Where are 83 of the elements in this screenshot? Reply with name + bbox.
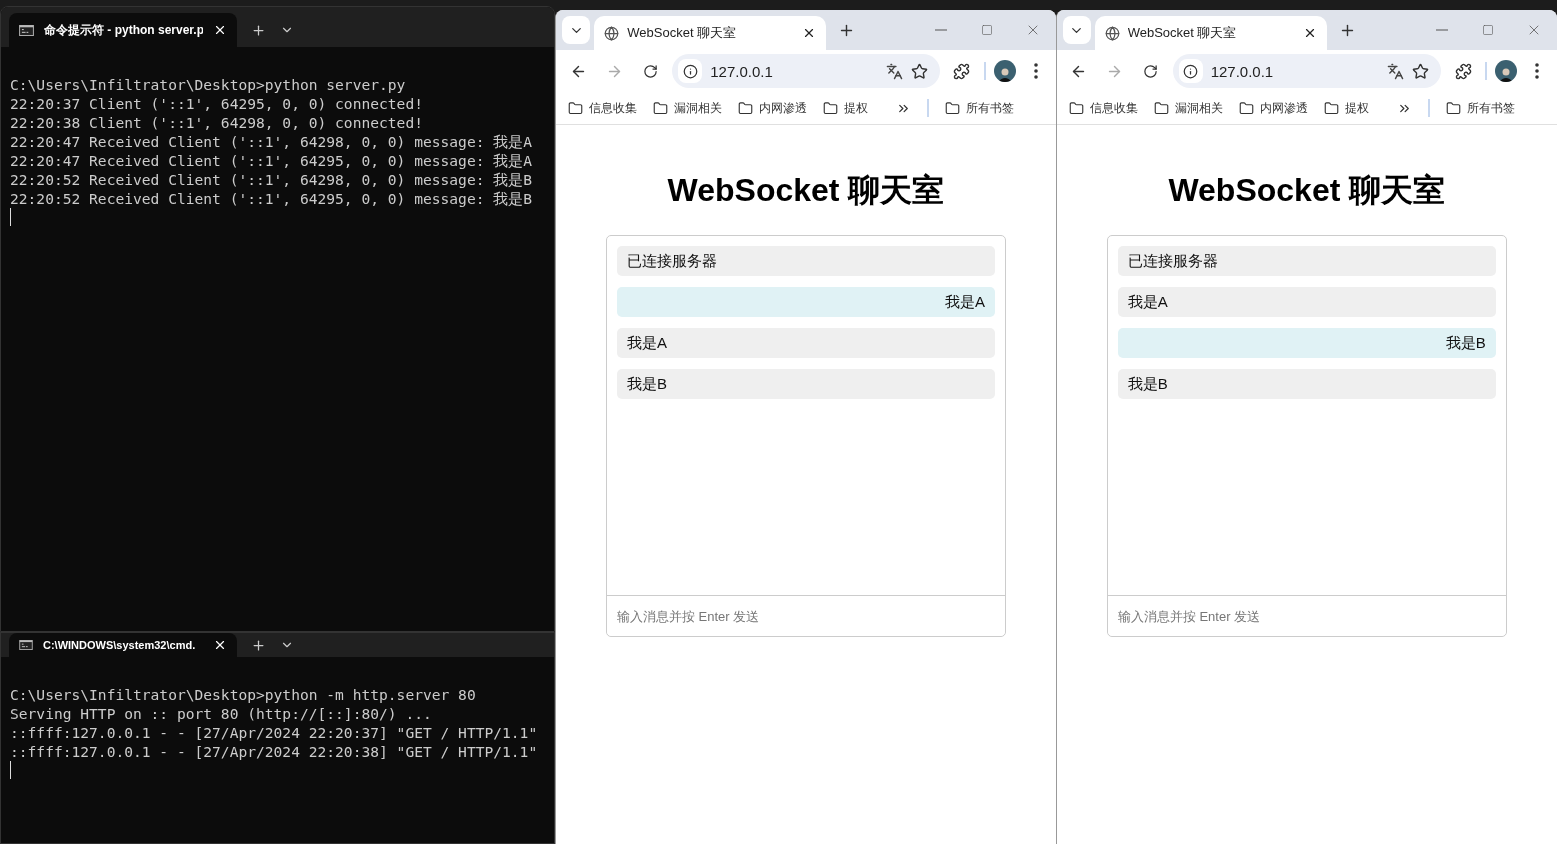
url-text: 127.0.0.1	[710, 62, 774, 80]
folder-icon	[945, 100, 961, 116]
sent-message: 我是B	[1117, 328, 1496, 358]
terminal-line: 22:20:47 Received Client ('::1', 64295, 0, 0) message: 我是A	[10, 151, 534, 170]
translate-icon[interactable]	[885, 62, 903, 80]
bookmark-folder[interactable]: 漏洞相关	[1153, 99, 1223, 117]
terminal-line: 22:20:37 Client ('::1', 64295, 0, 0) connected!	[10, 94, 424, 113]
puzzle-icon	[953, 62, 971, 80]
bookmark-folder[interactable]: 所有书签	[945, 99, 1015, 117]
message-input[interactable]: 输入消息并按 Enter 发送	[1107, 595, 1506, 636]
address-bar[interactable]: 127.0.0.1	[1172, 54, 1441, 88]
terminal-line: ::ffff:127.0.0.1 - - [27/Apr/2024 22:20:37] "GET / HTTP/1.1"	[10, 723, 539, 742]
bookmark-folder[interactable]: 提权	[823, 99, 869, 117]
terminal-line: 22:20:52 Received Client ('::1', 64298, 0, 0) message: 我是B	[10, 170, 534, 189]
bookmark-folder[interactable]: 信息收集	[568, 99, 638, 117]
profile-avatar[interactable]	[993, 60, 1016, 82]
page-heading: WebSocket 聊天室	[667, 171, 945, 210]
folder-icon	[1068, 100, 1084, 116]
new-tab-icon[interactable]	[251, 637, 266, 653]
reload-icon	[642, 63, 658, 79]
tab-title: WebSocket 聊天室	[627, 24, 738, 42]
chat-message: 我是B	[1117, 369, 1496, 399]
menu-icon	[1033, 63, 1038, 79]
maximize-icon	[980, 24, 993, 36]
text-cursor	[10, 761, 11, 779]
bookmark-folder[interactable]: 所有书签	[1445, 99, 1515, 117]
terminal-icon	[19, 640, 33, 650]
chat-message: 已连接服务器	[616, 246, 995, 276]
close-icon[interactable]	[213, 23, 227, 37]
terminal-tab[interactable]: C:\WINDOWS\system32\cmd.	[9, 633, 237, 657]
chat-message: 我是A	[1117, 287, 1496, 317]
minimize-icon	[1436, 29, 1448, 31]
address-bar[interactable]: 127.0.0.1	[672, 54, 940, 88]
terminal-line: 22:20:47 Received Client ('::1', 64298, 0, 0) message: 我是A	[10, 132, 534, 151]
terminal-line: C:\Users\Infiltrator\Desktop>python server.py	[10, 75, 407, 94]
globe-icon	[604, 25, 620, 41]
bookmark-folder[interactable]: 内网渗透	[1238, 99, 1308, 117]
tab-title: WebSocket 聊天室	[1127, 24, 1238, 42]
menu-icon	[1535, 63, 1539, 79]
folder-icon	[823, 100, 839, 116]
browser-tab[interactable]: WebSocket 聊天室	[594, 16, 827, 50]
message-input[interactable]: 输入消息并按 Enter 发送	[606, 595, 1005, 636]
folder-icon	[653, 100, 669, 116]
terminal-line: C:\Users\Infiltrator\Desktop>python -m http.server 80	[10, 685, 477, 704]
star-icon[interactable]	[910, 62, 928, 80]
bookmark-folder[interactable]: 提权	[1323, 99, 1369, 117]
chat-message: 已连接服务器	[1117, 246, 1496, 276]
terminal-line: 22:20:38 Client ('::1', 64298, 0, 0) connected!	[10, 113, 424, 132]
translate-icon[interactable]	[1387, 62, 1404, 80]
globe-icon	[1104, 25, 1120, 41]
bookmark-folder[interactable]: 信息收集	[1068, 99, 1138, 117]
terminal-line: ::ffff:127.0.0.1 - - [27/Apr/2024 22:20:38] "GET / HTTP/1.1"	[10, 742, 539, 761]
terminal-line: 22:20:52 Received Client ('::1', 64295, 0, 0) message: 我是B	[10, 189, 534, 208]
folder-icon	[1445, 100, 1461, 116]
browser-tab[interactable]: WebSocket 聊天室	[1094, 16, 1327, 50]
folder-icon	[1238, 100, 1254, 116]
terminal-tab[interactable]: 命令提示符 - python server.p	[9, 13, 237, 47]
page-heading: WebSocket 聊天室	[1168, 171, 1446, 210]
chat-message: 我是B	[616, 369, 995, 399]
maximize-icon	[1482, 24, 1494, 36]
terminal-icon	[19, 24, 34, 36]
folder-icon	[1153, 100, 1169, 116]
info-icon[interactable]	[682, 63, 698, 79]
folder-icon	[1323, 100, 1339, 116]
close-icon[interactable]	[213, 638, 227, 652]
profile-avatar[interactable]	[1495, 60, 1517, 82]
minimize-icon	[934, 29, 947, 31]
chat-message: 我是A	[616, 328, 995, 358]
star-icon[interactable]	[1412, 62, 1429, 80]
text-cursor	[10, 208, 11, 226]
puzzle-icon	[1454, 62, 1472, 80]
bookmark-folder[interactable]: 漏洞相关	[653, 99, 723, 117]
tab-title: 命令提示符 - python server.p	[44, 21, 203, 39]
tab-title: C:\WINDOWS\system32\cmd.	[43, 639, 197, 651]
url-text: 127.0.0.1	[1210, 62, 1275, 80]
reload-icon	[1143, 63, 1159, 79]
sent-message: 我是A	[616, 287, 995, 317]
folder-icon	[738, 100, 754, 116]
terminal-line: Serving HTTP on :: port 80 (http://[::]:80/) ...	[10, 704, 433, 723]
folder-icon	[568, 100, 584, 116]
new-tab-icon[interactable]	[251, 22, 266, 38]
info-icon[interactable]	[1183, 63, 1199, 79]
bookmark-folder[interactable]: 内网渗透	[738, 99, 808, 117]
